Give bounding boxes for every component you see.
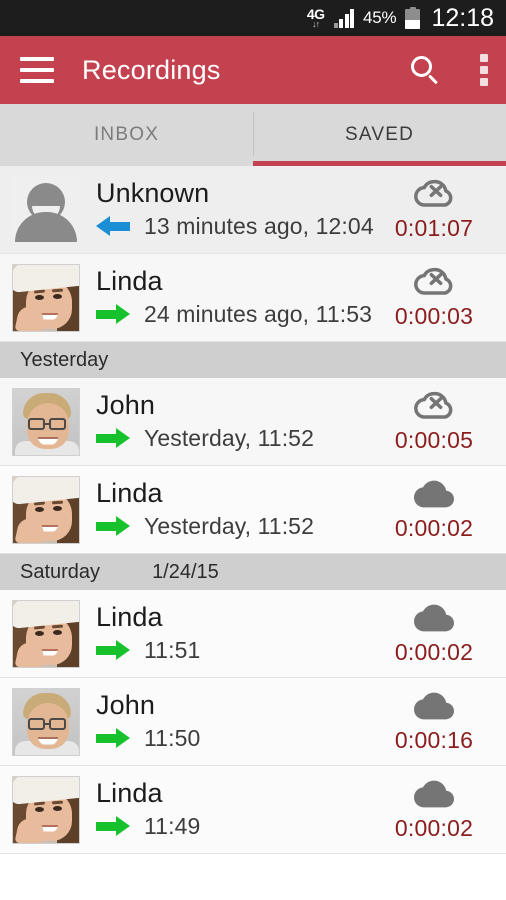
- app-screen: 4G ↓↑ 45% 12:18 Recordings INBOX SAVED U…: [0, 0, 506, 900]
- tab-saved[interactable]: SAVED: [253, 104, 506, 166]
- recording-status: 0:00:02: [378, 477, 490, 542]
- search-icon[interactable]: [410, 55, 440, 85]
- recording-details: Linda 11:49: [96, 779, 378, 839]
- avatar: [12, 687, 80, 756]
- arrow-outgoing-icon: [96, 640, 130, 661]
- app-bar-actions: [410, 52, 488, 88]
- avatar: [12, 775, 80, 844]
- section-header-title: Yesterday: [20, 348, 109, 371]
- recordings-list[interactable]: Unknown 13 minutes ago, 12:04 0:01:07 Linda…: [0, 166, 506, 900]
- cloud-uploaded-icon: [413, 601, 455, 635]
- signal-strength-icon: [333, 8, 354, 28]
- recording-meta: 11:50: [96, 725, 378, 752]
- contact-name: Unknown: [96, 178, 210, 209]
- avatar: [12, 475, 80, 544]
- status-bar-clock: 12:18: [431, 3, 494, 32]
- tab-bar: INBOX SAVED: [0, 104, 506, 166]
- network-activity-arrows-icon: ↓↑: [312, 19, 320, 29]
- recording-duration: 0:00:02: [394, 515, 474, 541]
- recording-timestamp: 11:51: [144, 636, 201, 663]
- battery-icon: [405, 7, 421, 29]
- recording-row[interactable]: John 11:50 0:00:16: [0, 678, 506, 766]
- avatar: [12, 175, 80, 244]
- contact-name: Linda: [96, 778, 163, 809]
- recording-duration: 0:00:02: [394, 815, 474, 841]
- app-bar: Recordings: [0, 36, 506, 107]
- recording-meta: 13 minutes ago, 12:04: [96, 213, 378, 240]
- overflow-menu-icon[interactable]: [480, 52, 488, 88]
- recording-timestamp: Yesterday, 11:52: [144, 424, 314, 451]
- tab-inbox-label: INBOX: [93, 124, 160, 145]
- recording-details: John 11:50: [96, 691, 378, 751]
- cloud-off-icon: [413, 177, 455, 211]
- recording-duration: 0:00:03: [394, 303, 474, 329]
- recording-meta: 24 minutes ago, 11:53: [96, 301, 378, 328]
- contact-name: John: [96, 390, 155, 421]
- recording-row[interactable]: Linda 11:51 0:00:02: [0, 590, 506, 678]
- contact-name: John: [96, 690, 155, 721]
- arrow-outgoing-icon: [96, 428, 130, 449]
- recording-row[interactable]: Unknown 13 minutes ago, 12:04 0:01:07: [0, 166, 506, 254]
- recording-row[interactable]: Linda 24 minutes ago, 11:53 0:00:03: [0, 254, 506, 342]
- cloud-uploaded-icon: [413, 477, 455, 511]
- section-header-title: Saturday: [20, 560, 101, 583]
- arrow-incoming-icon: [96, 216, 130, 237]
- recording-status: 0:01:07: [378, 177, 490, 242]
- arrow-outgoing-icon: [96, 728, 130, 749]
- recording-duration: 0:00:16: [394, 727, 474, 753]
- recording-details: Linda Yesterday, 11:52: [96, 479, 378, 539]
- recording-status: 0:00:02: [378, 601, 490, 666]
- recording-timestamp: 11:50: [144, 724, 201, 751]
- cloud-uploaded-icon: [413, 777, 455, 811]
- recording-row[interactable]: Linda Yesterday, 11:52 0:00:02: [0, 466, 506, 554]
- recording-status: 0:00:03: [378, 265, 490, 330]
- arrow-outgoing-icon: [96, 816, 130, 837]
- recording-duration: 0:00:05: [394, 427, 474, 453]
- avatar: [12, 263, 80, 332]
- recording-timestamp: Yesterday, 11:52: [144, 512, 314, 539]
- cloud-off-icon: [413, 265, 455, 299]
- contact-name: Linda: [96, 478, 163, 509]
- recording-meta: Yesterday, 11:52: [96, 513, 378, 540]
- tab-inbox[interactable]: INBOX: [0, 104, 253, 166]
- recording-duration: 0:00:02: [394, 639, 474, 665]
- recording-row[interactable]: Linda 11:49 0:00:02: [0, 766, 506, 854]
- recording-duration: 0:01:07: [394, 215, 474, 241]
- contact-name: Linda: [96, 602, 163, 633]
- recording-timestamp: 13 minutes ago, 12:04: [144, 212, 374, 239]
- section-header: Yesterday: [0, 342, 506, 378]
- status-bar-icons: 4G ↓↑ 45% 12:18: [307, 4, 494, 33]
- recording-meta: 11:51: [96, 637, 378, 664]
- battery-percentage-label: 45%: [363, 8, 397, 27]
- recording-status: 0:00:05: [378, 389, 490, 454]
- arrow-outgoing-icon: [96, 304, 130, 325]
- cloud-uploaded-icon: [413, 689, 455, 723]
- recording-details: Linda 24 minutes ago, 11:53: [96, 267, 378, 327]
- status-bar: 4G ↓↑ 45% 12:18: [0, 0, 506, 36]
- recording-row[interactable]: John Yesterday, 11:52 0:00:05: [0, 378, 506, 466]
- hamburger-icon[interactable]: [20, 57, 54, 83]
- recording-meta: Yesterday, 11:52: [96, 425, 378, 452]
- recording-details: John Yesterday, 11:52: [96, 391, 378, 451]
- recording-status: 0:00:02: [378, 777, 490, 842]
- contact-name: Linda: [96, 266, 163, 297]
- section-header-date: 1/24/15: [152, 560, 219, 583]
- recording-timestamp: 24 minutes ago, 11:53: [144, 300, 373, 327]
- cloud-off-icon: [413, 389, 455, 423]
- recording-details: Unknown 13 minutes ago, 12:04: [96, 179, 378, 239]
- network-type-indicator: 4G ↓↑: [307, 7, 325, 29]
- avatar: [12, 599, 80, 668]
- page-title: Recordings: [82, 54, 221, 85]
- tab-saved-label: SAVED: [344, 124, 414, 145]
- arrow-outgoing-icon: [96, 516, 130, 537]
- recording-details: Linda 11:51: [96, 603, 378, 663]
- section-header: Saturday 1/24/15: [0, 554, 506, 590]
- recording-status: 0:00:16: [378, 689, 490, 754]
- avatar: [12, 387, 80, 456]
- recording-meta: 11:49: [96, 813, 378, 840]
- recording-timestamp: 11:49: [144, 812, 201, 839]
